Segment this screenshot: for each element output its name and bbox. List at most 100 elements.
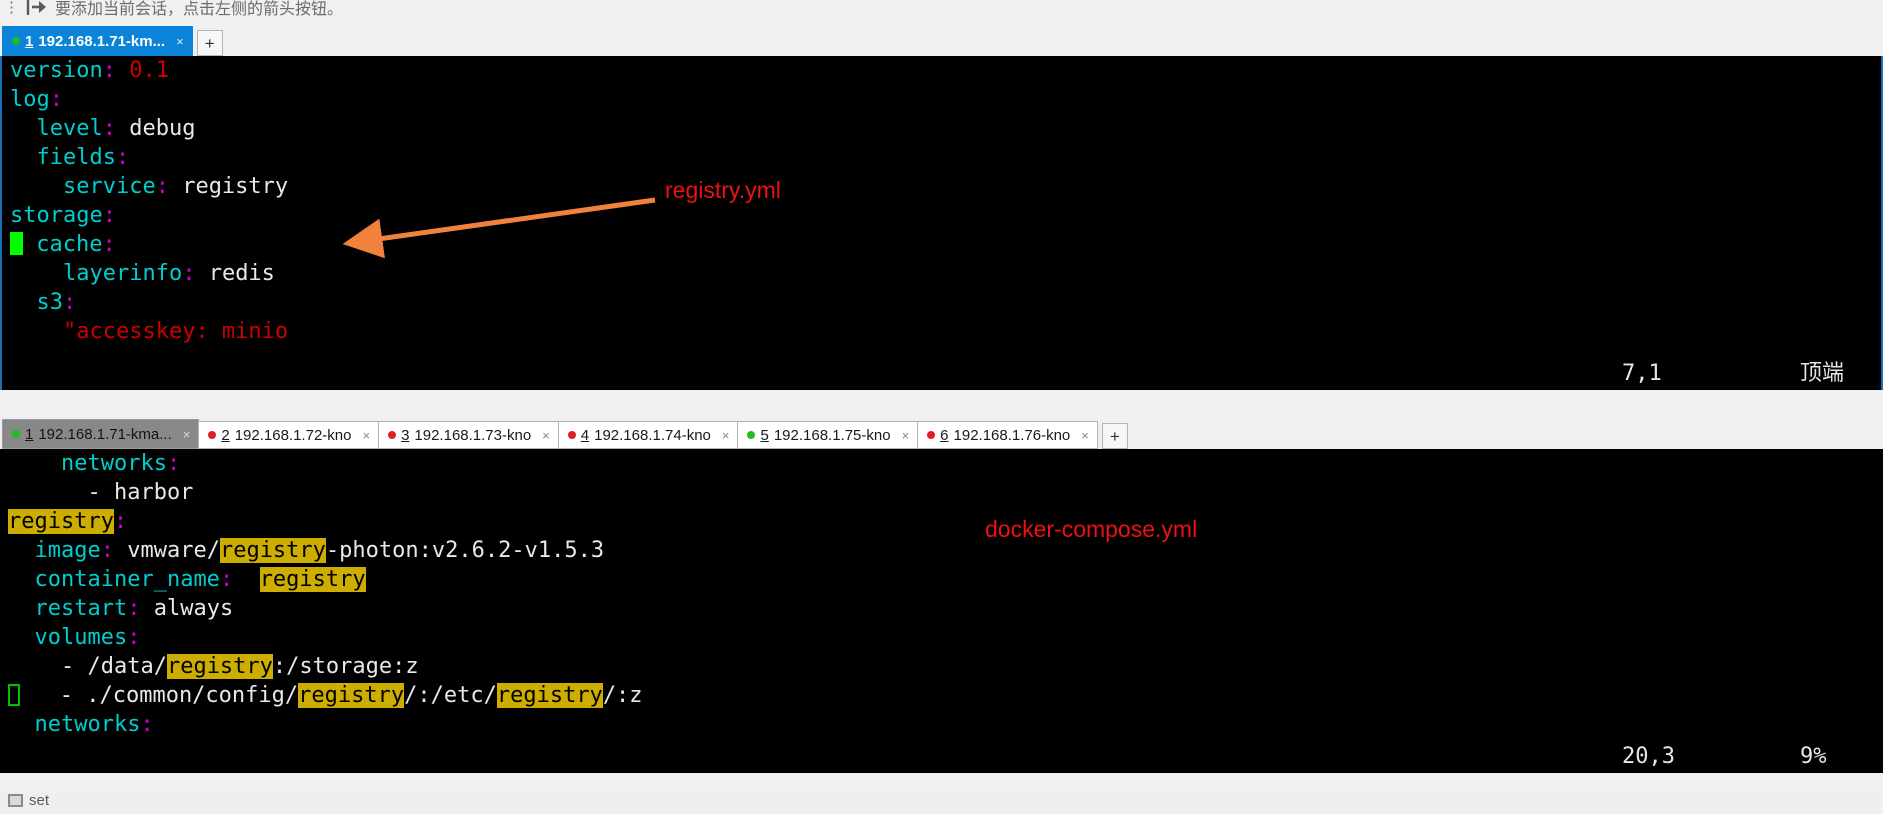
session-tab-4[interactable]: 4 192.168.1.74-kno × (557, 421, 739, 449)
code-token: :/storage:z (272, 654, 419, 679)
code-token: : (155, 174, 169, 199)
terminal-line: log: (2, 85, 1881, 114)
close-icon[interactable]: × (902, 429, 910, 442)
code-token: always (140, 596, 234, 621)
bottom-status-strip: set (0, 788, 1883, 814)
terminal-line: storage: (2, 201, 1881, 230)
session-tab-number: 1 (25, 32, 34, 50)
terminal-line: networks: (0, 710, 1883, 739)
code-token: : (113, 509, 128, 534)
hint-text: 要添加当前会话，点击左侧的箭头按钮。 (55, 0, 344, 18)
code-token: : (127, 625, 141, 650)
session-tab-label: 192.168.1.72-kno (234, 426, 352, 444)
code-token: service (62, 174, 156, 199)
arrow-into-box-icon[interactable] (26, 0, 48, 16)
code-token: /:/etc/ (404, 683, 497, 708)
terminal-line: restart: always (0, 594, 1883, 623)
code-token: : (100, 538, 114, 563)
terminal-line: version: 0.1 (2, 56, 1881, 85)
session-tab-label: 192.168.1.76-kno (953, 426, 1071, 444)
terminal-pane-bottom[interactable]: networks: - harbor registry: image: vmwar… (0, 449, 1883, 756)
search-match: registry (298, 683, 405, 708)
bottom-session-tabstrip[interactable]: 1 192.168.1.71-kma... × 2 192.168.1.72-kno… (0, 412, 1883, 449)
close-icon[interactable]: × (542, 429, 550, 442)
scroll-percent-top: 顶端 (1800, 361, 1845, 386)
terminal-line: registry: (0, 507, 1883, 536)
close-icon[interactable]: × (183, 428, 191, 441)
session-tab-number: 5 (760, 426, 769, 444)
code-token: "accesskey: minio (62, 319, 289, 344)
text-cursor (8, 684, 20, 706)
code-token: : (219, 567, 234, 592)
code-token: : (102, 116, 116, 141)
code-token: - harbor (8, 480, 194, 505)
bottom-status-item[interactable]: set (8, 792, 49, 809)
close-icon[interactable]: × (362, 429, 370, 442)
terminal-line: - ./common/config/registry/:/etc/registr… (0, 681, 1883, 710)
code-token: -photon:v2.6.2-v1.5.3 (325, 538, 605, 563)
cursor-position-bottom: 20,3 (1622, 744, 1675, 769)
search-match: registry (496, 683, 603, 708)
session-tab-label: 192.168.1.73-kno (414, 426, 532, 444)
terminal-line: s3: (2, 288, 1881, 317)
session-status-dot-green (12, 37, 20, 45)
top-session-tabstrip[interactable]: 1 192.168.1.71-km... × + (0, 22, 1883, 56)
terminal-line: "accesskey: minio (2, 317, 1881, 346)
code-token: vmware/ (113, 538, 220, 563)
code-token: version (10, 58, 103, 83)
code-token: redis (195, 261, 275, 286)
search-match: registry (166, 654, 273, 679)
session-tab-6[interactable]: 6 192.168.1.76-kno × (917, 421, 1098, 449)
new-tab-button[interactable]: + (196, 30, 223, 56)
bottom-status-label: set (29, 792, 50, 809)
cursor-position-top: 7,1 (1622, 361, 1662, 386)
session-tab-label: 192.168.1.71-kma... (38, 425, 172, 443)
code-token: - /data/ (8, 654, 167, 679)
session-status-dot-green (12, 430, 20, 438)
new-tab-button[interactable]: + (1101, 423, 1128, 449)
close-icon[interactable]: × (722, 429, 730, 442)
vim-ruler-bottom: 20,3 9% (0, 741, 1883, 773)
annotation-label-docker-compose-yml: docker-compose.yml (985, 516, 1198, 542)
session-tab-number: 3 (401, 426, 410, 444)
kebab-menu-icon[interactable]: ⋮ (4, 0, 19, 15)
session-status-dot-red (567, 431, 576, 439)
session-tab-2[interactable]: 2 192.168.1.72-kno × (198, 421, 380, 449)
code-token: level (36, 116, 103, 141)
code-token: log (10, 87, 50, 112)
terminal-line: volumes: (0, 623, 1883, 652)
code-token: image (34, 538, 101, 563)
code-token: restart (34, 596, 128, 621)
search-match: registry (259, 567, 366, 592)
terminal-line: layerinfo: redis (2, 259, 1881, 288)
session-tab-1[interactable]: 1 192.168.1.71-kma... × (2, 419, 200, 449)
code-token: debug (115, 116, 196, 141)
terminal-line: image: vmware/registry-photon:v2.6.2-v1.… (0, 536, 1883, 565)
close-icon[interactable]: × (1081, 429, 1089, 442)
close-icon[interactable]: × (176, 35, 184, 48)
window-box-icon (8, 794, 23, 807)
code-token: : (102, 58, 116, 83)
session-tab-3[interactable]: 3 192.168.1.73-kno × (378, 421, 559, 449)
terminal-pane-top[interactable]: version: 0.1 log: level: debug fields: se… (0, 56, 1883, 390)
session-tab-1[interactable]: 1 192.168.1.71-km... × (2, 26, 193, 56)
session-tab-5[interactable]: 5 192.168.1.75-kno × (737, 421, 919, 449)
session-status-dot-red (208, 431, 217, 439)
code-token: : (102, 203, 116, 228)
session-tab-number: 2 (221, 426, 230, 444)
code-token: networks (60, 451, 167, 476)
code-token: : (127, 596, 141, 621)
code-token: s3 (36, 290, 64, 315)
code-token: registry (168, 174, 289, 199)
session-tab-label: 192.168.1.74-kno (594, 426, 711, 444)
code-token: /:z (602, 683, 643, 708)
session-tab-label: 192.168.1.71-km... (38, 32, 166, 50)
